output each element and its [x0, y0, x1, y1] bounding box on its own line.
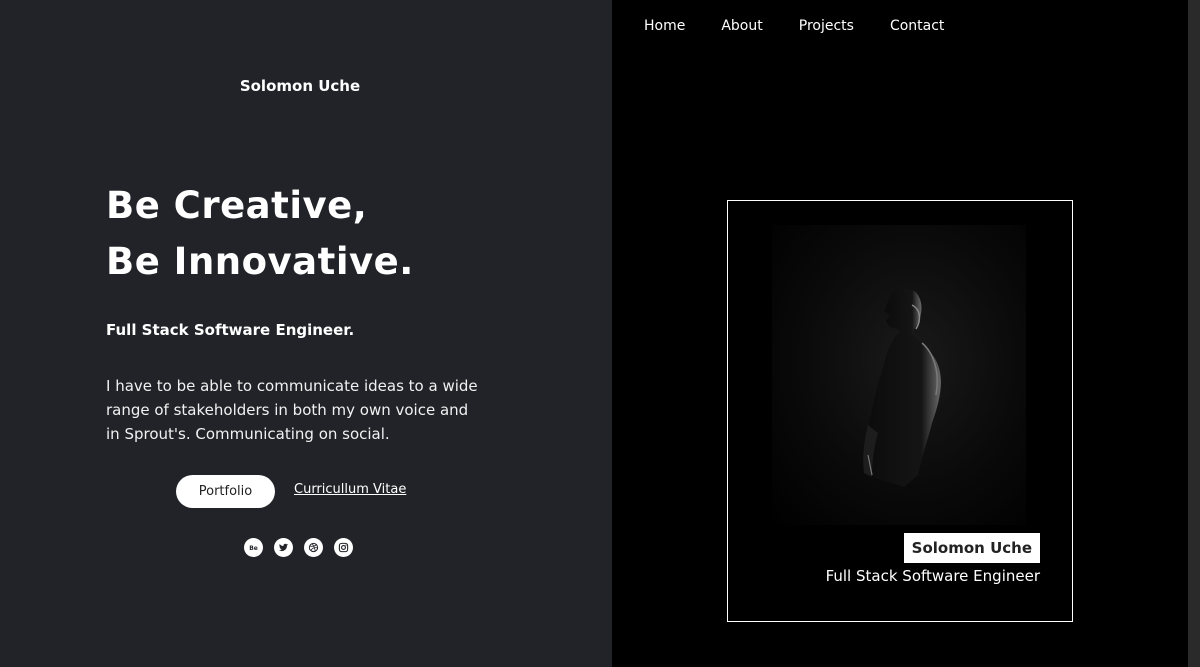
nav-home[interactable]: Home	[644, 18, 685, 34]
svg-text:Be: Be	[249, 545, 258, 552]
main-nav: Home About Projects Contact	[644, 18, 944, 34]
card-name: Solomon Uche	[903, 533, 1040, 563]
scrollbar[interactable]	[1188, 0, 1200, 667]
portfolio-button[interactable]: Portfolio	[176, 475, 275, 508]
profile-photo	[772, 225, 1026, 525]
hero-role: Full Stack Software Engineer.	[106, 321, 355, 339]
hero-title-line-1: Be Creative,	[106, 184, 368, 227]
nav-contact[interactable]: Contact	[890, 18, 944, 34]
twitter-icon[interactable]	[274, 538, 293, 557]
hero-title: Be Creative, Be Innovative.	[106, 178, 414, 290]
hero-description: I have to be able to communicate ideas t…	[106, 377, 478, 443]
hero-title-line-2: Be Innovative.	[106, 240, 414, 283]
profile-silhouette	[863, 288, 941, 487]
site-name[interactable]: Solomon Uche	[0, 77, 600, 95]
dribbble-icon[interactable]	[304, 538, 323, 557]
nav-about[interactable]: About	[721, 18, 762, 34]
social-links: Be	[244, 538, 353, 557]
left-panel: Solomon Uche Be Creative, Be Innovative.…	[0, 0, 612, 667]
cv-link[interactable]: Curricullum Vitae	[294, 482, 406, 497]
nav-projects[interactable]: Projects	[799, 18, 854, 34]
instagram-icon[interactable]	[334, 538, 353, 557]
behance-icon[interactable]: Be	[244, 538, 263, 557]
profile-card: Solomon Uche Full Stack Software Enginee…	[727, 200, 1073, 622]
card-role: Full Stack Software Engineer	[825, 567, 1040, 585]
